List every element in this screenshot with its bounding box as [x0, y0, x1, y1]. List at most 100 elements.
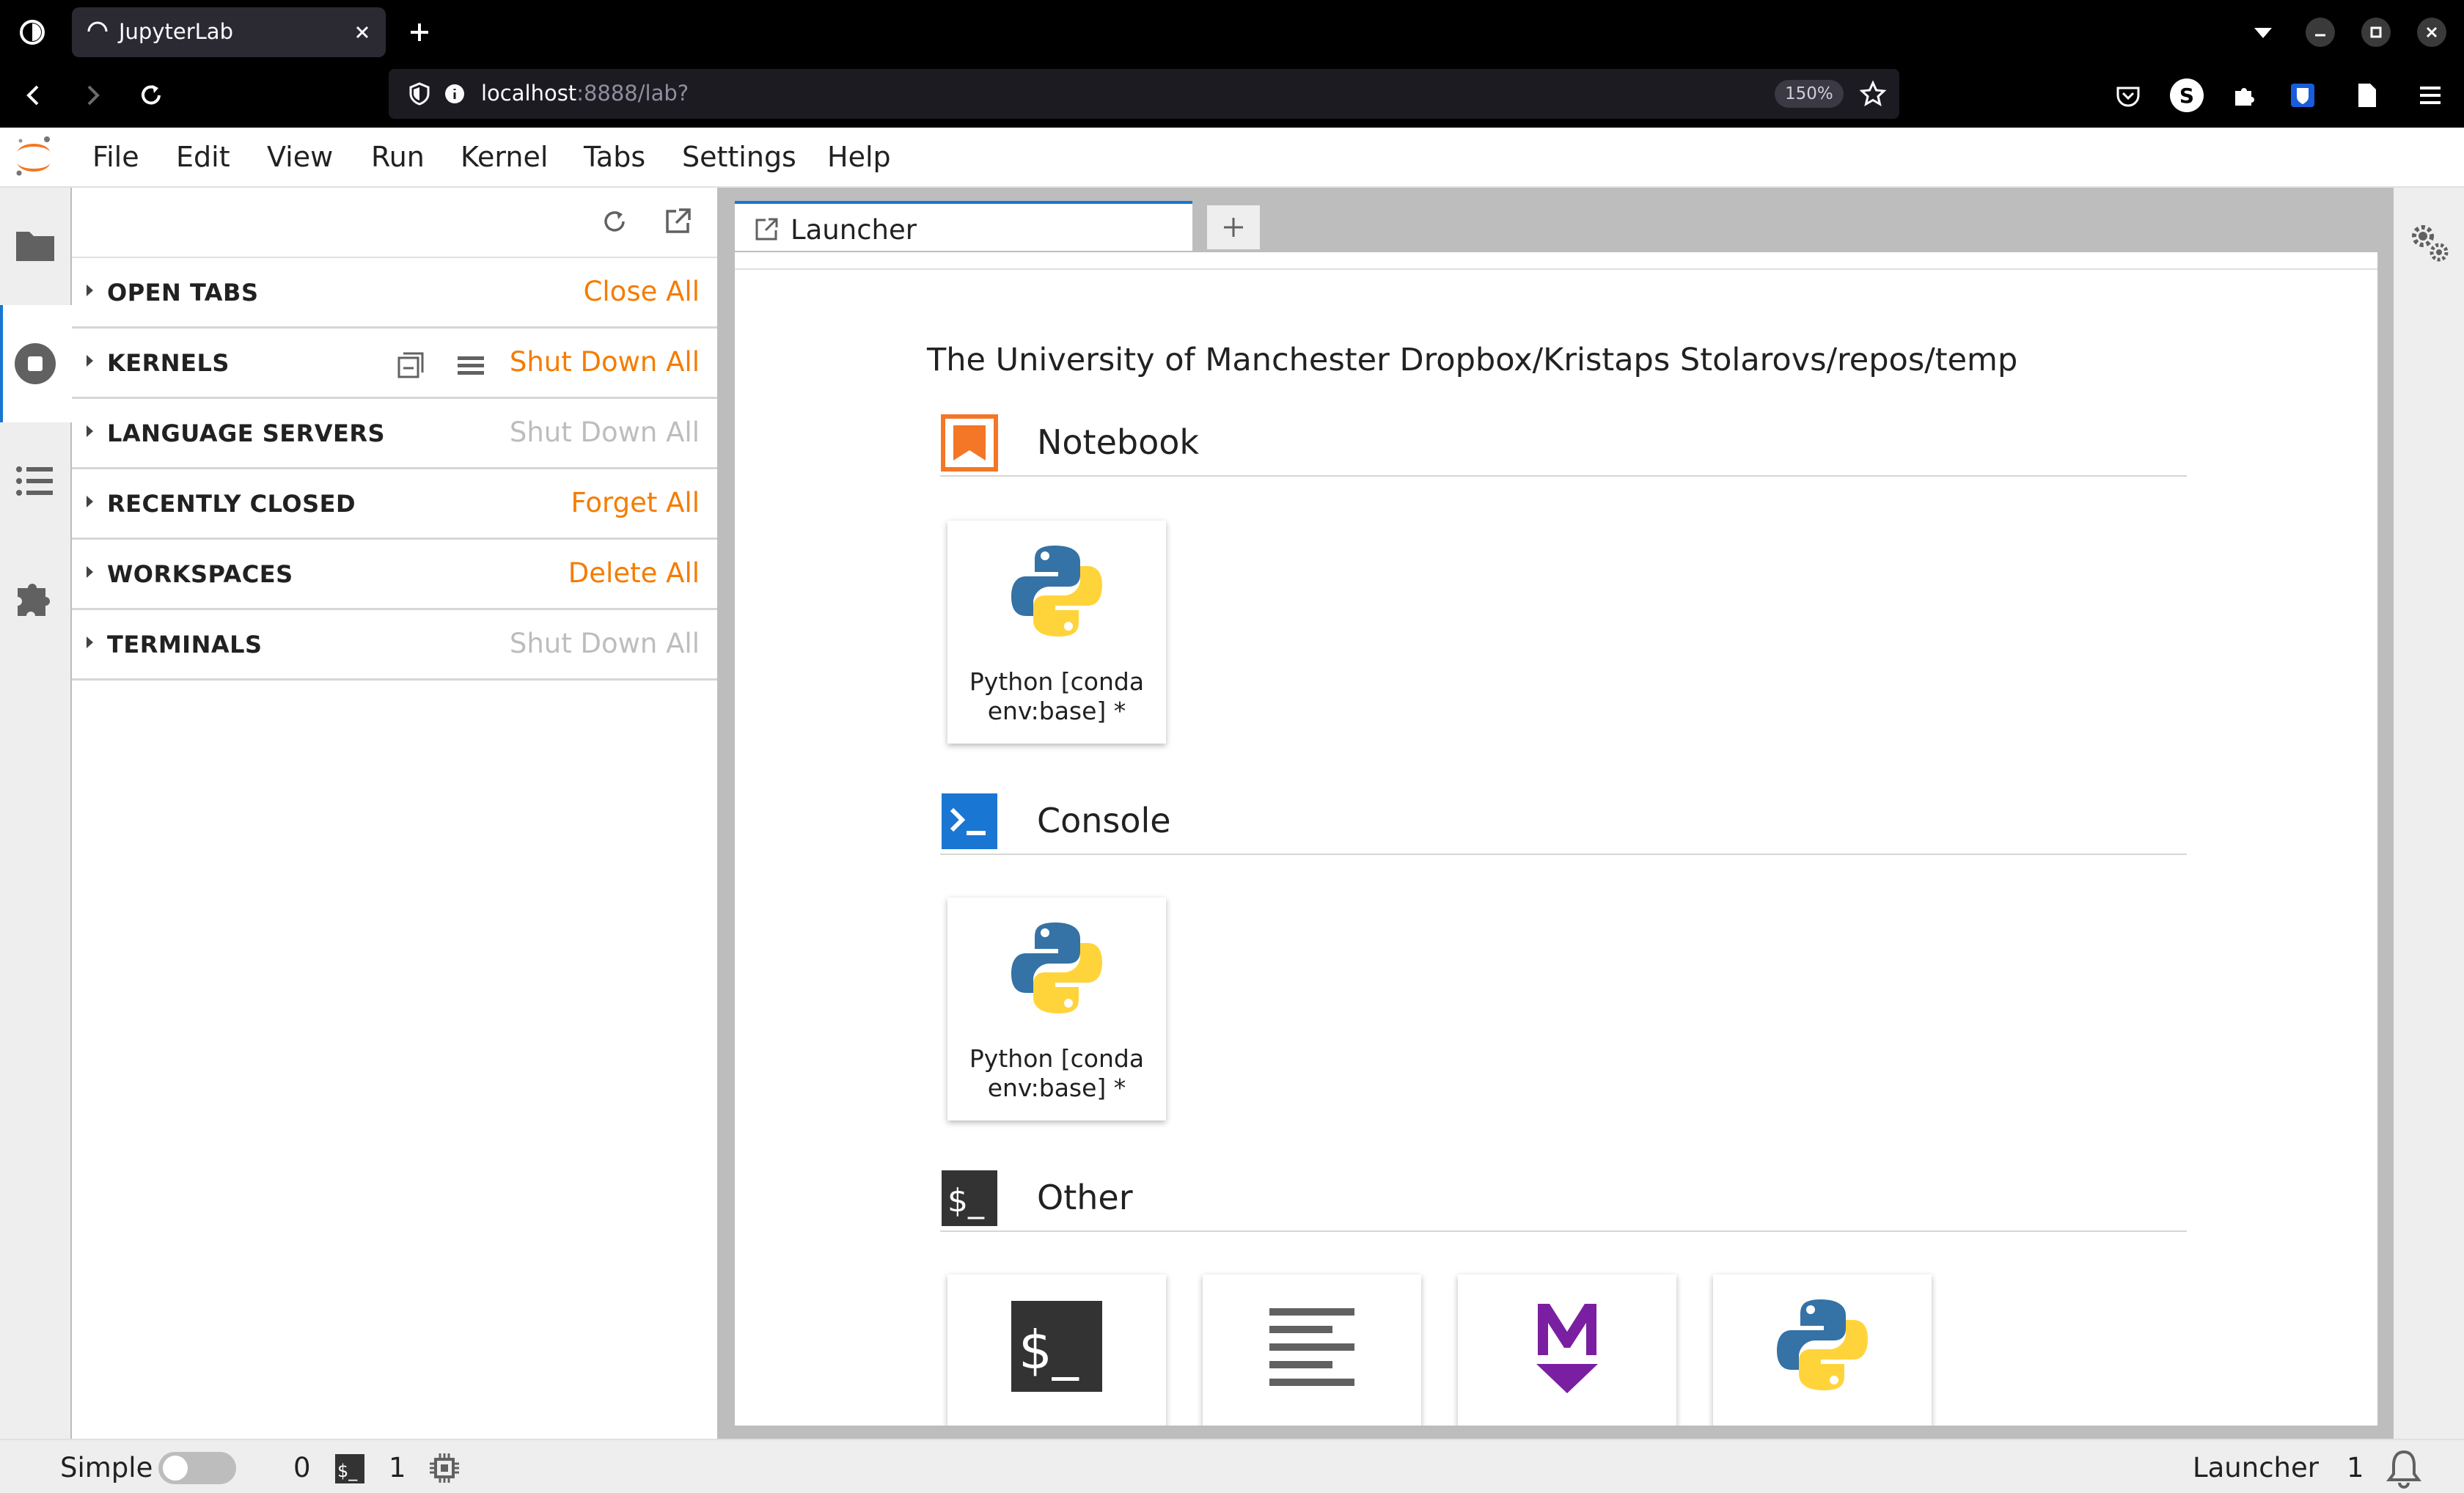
site-info-icon[interactable] [441, 81, 468, 107]
kernel-count[interactable]: 0 [293, 1452, 311, 1483]
svg-text:$_: $_ [337, 1461, 358, 1481]
launcher-tab-icon [754, 217, 779, 242]
category-title: Console [1037, 801, 1171, 840]
puzzle-icon [13, 575, 57, 619]
status-bar: Simple 0 $_ 1 Launcher 1 [0, 1439, 2464, 1493]
stop-circle-icon [13, 342, 57, 386]
property-inspector-gears-icon[interactable] [2408, 221, 2451, 264]
reload-icon[interactable] [135, 79, 167, 111]
section-label: WORKSPACES [107, 560, 293, 588]
terminal-status-icon[interactable]: $_ [334, 1453, 365, 1484]
notification-bell-icon[interactable] [2383, 1448, 2424, 1489]
minimize-icon[interactable] [2304, 16, 2336, 48]
firefox-view-icon[interactable] [18, 18, 47, 47]
menu-edit[interactable]: Edit [176, 141, 230, 173]
section-recently-closed[interactable]: RECENTLY CLOSED Forget All [72, 469, 717, 540]
tree-view-icon[interactable] [395, 349, 427, 381]
url-text: localhost:8888/lab? [481, 81, 689, 106]
tracking-protection-icon[interactable] [406, 81, 433, 107]
section-workspaces[interactable]: WORKSPACES Delete All [72, 540, 717, 610]
list-all-tabs-icon[interactable] [2248, 19, 2278, 45]
browser-toolbar: localhost:8888/lab? 150% S [0, 63, 2464, 128]
tab-label: Launcher [791, 214, 917, 246]
section-open-tabs[interactable]: OPEN TABS Close All [72, 258, 717, 329]
current-activity: Launcher [2193, 1452, 2319, 1483]
terminal-count[interactable]: 1 [389, 1452, 406, 1483]
section-terminals[interactable]: TERMINALS Shut Down All [72, 610, 717, 681]
simple-mode-toggle[interactable] [158, 1452, 236, 1484]
launcher-card-markdown-file[interactable] [1458, 1274, 1676, 1426]
forget-all-button[interactable]: Forget All [571, 487, 700, 518]
shut-down-all-kernels-button[interactable]: Shut Down All [510, 346, 700, 378]
jupyter-logo-icon[interactable] [12, 133, 56, 180]
close-window-icon[interactable] [2416, 16, 2448, 48]
new-launcher-button[interactable] [1206, 204, 1261, 251]
memory-chip-icon[interactable] [428, 1452, 461, 1484]
launcher-card-console-python[interactable]: Python [conda env:base] * [947, 898, 1166, 1120]
card-label: Python [conda env:base] * [969, 1044, 1145, 1102]
right-sidebar [2392, 188, 2464, 1439]
launcher-card-python-file[interactable] [1713, 1274, 1932, 1426]
toc-list-icon [15, 461, 56, 502]
bitwarden-extension-icon[interactable] [2287, 79, 2319, 111]
account-letter: S [2179, 84, 2195, 108]
delete-all-button[interactable]: Delete All [568, 557, 700, 589]
left-activity-bar [0, 188, 72, 1439]
url-host: localhost [481, 81, 577, 106]
open-external-icon[interactable] [661, 205, 694, 238]
category-other: $_ Other [940, 1164, 2187, 1232]
terminal-category-icon: $_ [940, 1169, 999, 1228]
menu-tabs[interactable]: Tabs [584, 141, 645, 173]
extension-manager-tab[interactable] [0, 540, 70, 657]
caret-right-icon [87, 355, 93, 367]
url-path: :8888/lab? [576, 81, 689, 106]
account-avatar[interactable]: S [2169, 78, 2204, 113]
list-view-icon[interactable] [455, 349, 487, 381]
running-sessions-tab[interactable] [0, 305, 72, 422]
launcher-body: The University of Manchester Dropbox/Kri… [735, 268, 2377, 1426]
browser-tab[interactable]: JupyterLab [72, 7, 386, 57]
svg-text:$_: $_ [1019, 1319, 1079, 1381]
caret-right-icon [87, 496, 93, 507]
terminal-icon: $_ [1005, 1294, 1108, 1396]
menu-run[interactable]: Run [371, 141, 425, 173]
menu-settings[interactable]: Settings [682, 141, 796, 173]
address-bar[interactable]: localhost:8888/lab? 150% [389, 69, 1899, 119]
panel-toolbar [72, 188, 717, 258]
tab-launcher[interactable]: Launcher [735, 201, 1192, 251]
text-file-icon [1261, 1294, 1363, 1396]
current-directory: The University of Manchester Dropbox/Kri… [927, 342, 2018, 378]
caret-right-icon [87, 566, 93, 578]
section-kernels[interactable]: KERNELS Shut Down All [72, 329, 717, 399]
section-language-servers[interactable]: LANGUAGE SERVERS Shut Down All [72, 399, 717, 469]
maximize-icon[interactable] [2360, 16, 2392, 48]
notebook-icon [940, 414, 999, 472]
console-icon [940, 792, 999, 851]
tab-close-icon[interactable] [348, 18, 377, 47]
close-all-button[interactable]: Close All [584, 276, 700, 307]
zoom-level-badge[interactable]: 150% [1775, 80, 1844, 108]
python-logo-icon [1005, 540, 1108, 642]
menu-file[interactable]: File [92, 141, 139, 173]
menu-kernel[interactable]: Kernel [461, 141, 548, 173]
extensions-icon[interactable] [2228, 79, 2260, 111]
pocket-icon[interactable] [2112, 79, 2144, 111]
reader-icon[interactable] [2351, 79, 2383, 111]
launcher-card-notebook-python[interactable]: Python [conda env:base] * [947, 521, 1166, 744]
notification-count[interactable]: 1 [2347, 1452, 2364, 1483]
new-tab-icon[interactable] [405, 18, 434, 47]
forward-icon[interactable] [76, 79, 109, 111]
launcher-card-text-file[interactable] [1203, 1274, 1421, 1426]
bookmark-star-icon[interactable] [1858, 79, 1888, 109]
menu-help[interactable]: Help [827, 141, 891, 173]
svg-text:$_: $_ [947, 1182, 985, 1219]
refresh-icon[interactable] [598, 205, 631, 238]
app-menu-icon[interactable] [2414, 79, 2446, 111]
menu-view[interactable]: View [267, 141, 333, 173]
file-browser-tab[interactable] [0, 188, 70, 305]
back-icon[interactable] [18, 79, 50, 111]
shut-down-all-language-servers-button: Shut Down All [509, 417, 700, 448]
launcher-card-terminal[interactable]: $_ [947, 1274, 1166, 1426]
section-label: LANGUAGE SERVERS [107, 419, 386, 447]
table-of-contents-tab[interactable] [0, 422, 70, 540]
